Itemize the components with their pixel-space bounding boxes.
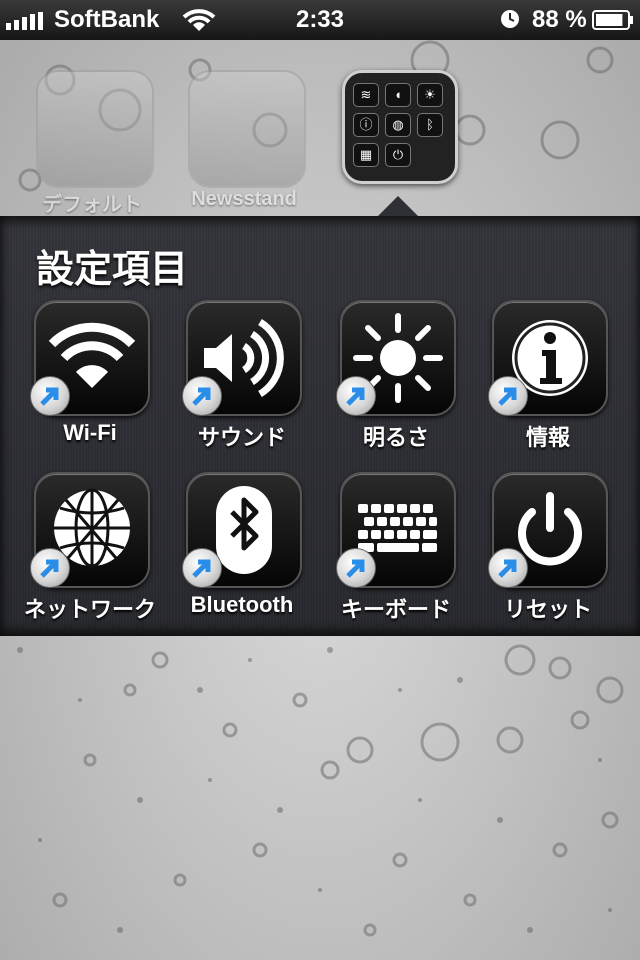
mini-brightness-icon: ☀ (417, 83, 443, 107)
app-bluetooth[interactable]: Bluetooth (166, 472, 318, 628)
folder-default-icon[interactable] (36, 70, 154, 188)
home-screen-row: デフォルト Newsstand (0, 40, 640, 216)
folder-panel: 設定項目 Wi-Fi サウンド 明るさ 情報 ネットワーク Bluetooth … (0, 216, 640, 636)
shortcut-arrow-icon (336, 548, 376, 588)
newsstand-label: Newsstand (191, 188, 297, 210)
shortcut-arrow-icon (488, 548, 528, 588)
alarm-clock-icon (501, 10, 519, 28)
mini-network-icon: ◍ (385, 113, 411, 137)
app-sound[interactable]: サウンド (166, 300, 318, 456)
shortcut-arrow-icon (488, 376, 528, 416)
app-brightness[interactable]: 明るさ (320, 300, 472, 456)
shortcut-arrow-icon (182, 376, 222, 416)
app-keyboard[interactable]: キーボード (320, 472, 472, 628)
app-label: リセット (503, 597, 592, 622)
app-label: Wi-Fi (63, 420, 117, 445)
folder-title[interactable]: 設定項目 (36, 238, 188, 293)
mini-keyboard-icon: ▦ (353, 143, 379, 167)
app-label: 情報 (525, 425, 570, 450)
app-label: サウンド (197, 425, 286, 450)
status-bar: SoftBank 2:33 88 % (0, 0, 640, 40)
newsstand-icon[interactable] (188, 70, 306, 188)
app-network[interactable]: ネットワーク (14, 472, 166, 628)
app-label: 明るさ (362, 425, 429, 450)
mini-power-icon: ⏻ (385, 143, 411, 167)
mini-info-icon: ⓘ (353, 113, 379, 137)
mini-sound-icon: ◖ (385, 83, 411, 107)
mini-wifi-icon: ≋ (353, 83, 379, 107)
shortcut-arrow-icon (30, 548, 70, 588)
battery-icon (592, 10, 633, 30)
app-reset[interactable]: リセット (472, 472, 624, 628)
mini-bluetooth-icon: ᛒ (417, 113, 443, 137)
open-folder-icon[interactable]: ≋ ◖ ☀ ⓘ ◍ ᛒ ▦ ⏻ (342, 70, 458, 184)
battery-percentage: 88 % (532, 6, 587, 33)
app-wifi[interactable]: Wi-Fi (14, 300, 166, 456)
app-info[interactable]: 情報 (472, 300, 624, 456)
app-label: ネットワーク (23, 597, 156, 622)
app-label: キーボード (340, 597, 451, 622)
shortcut-arrow-icon (182, 548, 222, 588)
folder-default-label: デフォルト (42, 194, 142, 216)
folder-pointer (378, 196, 418, 216)
shortcut-arrow-icon (30, 376, 70, 416)
app-label: Bluetooth (190, 592, 294, 617)
shortcut-arrow-icon (336, 376, 376, 416)
